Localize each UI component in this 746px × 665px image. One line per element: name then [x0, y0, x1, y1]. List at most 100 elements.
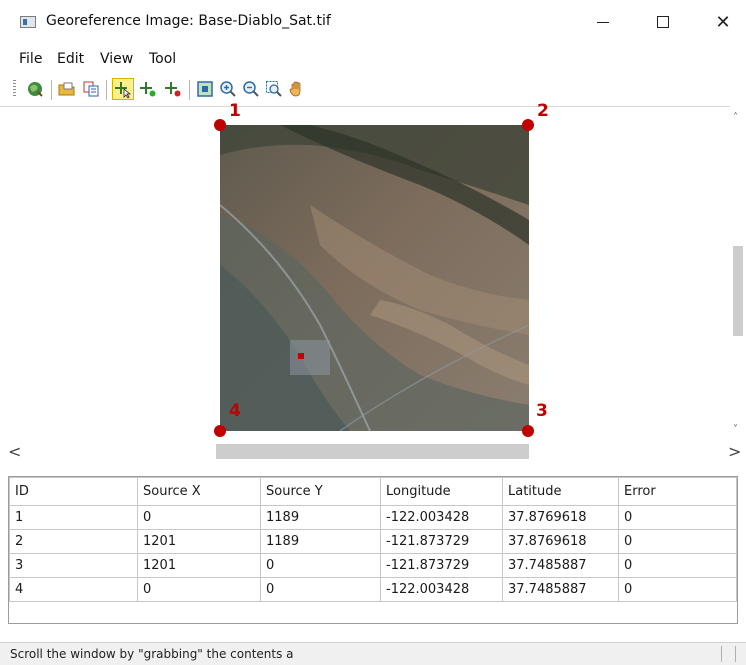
georeference-window: Georeference Image: Base-Diablo_Sat.tif …: [0, 0, 746, 665]
status-bar: Scroll the window by "grabbing" the cont…: [0, 642, 746, 665]
menu-bar: File Edit View Tool: [0, 44, 746, 68]
cell-error[interactable]: 0: [618, 577, 737, 602]
vertical-scrollbar[interactable]: ˄ ˅: [730, 106, 746, 442]
add-point-button[interactable]: [137, 78, 159, 100]
open-button[interactable]: [56, 78, 78, 100]
zoom-window-icon: [266, 81, 282, 97]
scroll-up-icon[interactable]: ˄: [733, 112, 738, 123]
scroll-down-icon[interactable]: ˅: [733, 424, 738, 435]
menu-tool[interactable]: Tool: [149, 51, 176, 67]
cell-error[interactable]: 0: [618, 529, 737, 554]
table-row[interactable]: 2 1201 1189 -121.873729 37.8769618 0: [9, 529, 737, 554]
cell-latitude[interactable]: 37.8769618: [502, 505, 619, 530]
copy-points-button[interactable]: [80, 78, 102, 100]
horizontal-scrollbar[interactable]: < >: [0, 440, 746, 464]
status-separator: [721, 646, 722, 662]
status-separator: [735, 646, 736, 662]
pan-button[interactable]: [286, 78, 308, 100]
cell-source-x[interactable]: 0: [137, 577, 261, 602]
column-header-longitude[interactable]: Longitude: [380, 477, 503, 506]
close-button[interactable]: ✕: [700, 0, 746, 44]
cell-id[interactable]: 1: [9, 505, 138, 530]
minimize-button[interactable]: [580, 0, 626, 44]
cell-longitude[interactable]: -122.003428: [380, 505, 503, 530]
column-header-latitude[interactable]: Latitude: [502, 477, 619, 506]
toolbar-grip[interactable]: [13, 80, 16, 98]
select-point-icon: [115, 82, 132, 98]
column-header-error[interactable]: Error: [618, 477, 737, 506]
georeference-button[interactable]: [24, 78, 46, 100]
window-title: Georeference Image: Base-Diablo_Sat.tif: [46, 13, 331, 29]
cell-source-y[interactable]: 1189: [260, 529, 381, 554]
scroll-left-icon[interactable]: <: [8, 442, 21, 461]
zoom-out-button[interactable]: [240, 78, 262, 100]
control-point-3-label: 3: [536, 401, 548, 421]
open-folder-icon: [58, 82, 75, 96]
menu-file[interactable]: File: [19, 51, 42, 67]
zoom-extent-button[interactable]: [194, 78, 216, 100]
minimize-icon: [597, 21, 609, 23]
cell-source-x[interactable]: 0: [137, 505, 261, 530]
control-point-1-marker[interactable]: [214, 119, 226, 131]
cell-source-y[interactable]: 1189: [260, 505, 381, 530]
control-point-2-label: 2: [537, 101, 549, 121]
table-row[interactable]: 1 0 1189 -122.003428 37.8769618 0: [9, 505, 737, 530]
zoom-in-icon: [220, 81, 236, 97]
zoom-out-icon: [243, 81, 259, 97]
cell-source-x[interactable]: 1201: [137, 529, 261, 554]
cell-error[interactable]: 0: [618, 505, 737, 530]
copy-points-icon: [83, 81, 99, 97]
table-row[interactable]: 3 1201 0 -121.873729 37.7485887 0: [9, 553, 737, 578]
delete-point-icon: [165, 82, 181, 97]
close-icon: ✕: [715, 11, 731, 33]
delete-point-button[interactable]: [162, 78, 184, 100]
add-point-icon: [140, 82, 156, 97]
table-row[interactable]: 4 0 0 -122.003428 37.7485887 0: [9, 577, 737, 602]
column-header-source-x[interactable]: Source X: [137, 477, 261, 506]
cell-error[interactable]: 0: [618, 553, 737, 578]
maximize-button[interactable]: [640, 0, 686, 44]
cell-longitude[interactable]: -122.003428: [380, 577, 503, 602]
select-point-button[interactable]: [112, 78, 134, 100]
title-bar[interactable]: Georeference Image: Base-Diablo_Sat.tif …: [0, 0, 746, 44]
control-point-1-label: 1: [229, 101, 241, 121]
cell-source-y[interactable]: 0: [260, 553, 381, 578]
cell-source-x[interactable]: 1201: [137, 553, 261, 578]
cell-id[interactable]: 4: [9, 577, 138, 602]
cell-longitude[interactable]: -121.873729: [380, 553, 503, 578]
cell-id[interactable]: 3: [9, 553, 138, 578]
maximize-icon: [657, 16, 669, 28]
app-icon: [20, 16, 36, 28]
table-header-row: ID Source X Source Y Longitude Latitude …: [9, 477, 737, 506]
cell-latitude[interactable]: 37.7485887: [502, 577, 619, 602]
vertical-scroll-thumb[interactable]: [733, 246, 743, 336]
menu-edit[interactable]: Edit: [57, 51, 84, 67]
control-points-table: ID Source X Source Y Longitude Latitude …: [8, 476, 738, 624]
georeference-icon: [28, 82, 43, 97]
toolbar-separator: [189, 80, 190, 100]
horizontal-scroll-thumb[interactable]: [216, 444, 529, 459]
control-point-4-label: 4: [229, 401, 241, 421]
toolbar-separator: [51, 80, 52, 100]
pan-hand-icon: [289, 81, 301, 97]
toolbar-separator: [106, 80, 107, 100]
satellite-image[interactable]: [220, 125, 529, 431]
cell-longitude[interactable]: -121.873729: [380, 529, 503, 554]
toolbar: [0, 72, 746, 106]
zoom-window-button[interactable]: [263, 78, 285, 100]
cell-latitude[interactable]: 37.7485887: [502, 553, 619, 578]
scroll-right-icon[interactable]: >: [728, 442, 741, 461]
cell-source-y[interactable]: 0: [260, 577, 381, 602]
control-point-2-marker[interactable]: [522, 119, 534, 131]
cell-id[interactable]: 2: [9, 529, 138, 554]
status-text: Scroll the window by "grabbing" the cont…: [10, 647, 294, 661]
image-viewport[interactable]: 1 2 3 4: [0, 101, 746, 441]
zoom-in-button[interactable]: [217, 78, 239, 100]
control-point-3-marker[interactable]: [522, 425, 534, 437]
column-header-id[interactable]: ID: [9, 477, 138, 506]
zoom-extent-icon: [197, 81, 213, 97]
control-point-4-marker[interactable]: [214, 425, 226, 437]
column-header-source-y[interactable]: Source Y: [260, 477, 381, 506]
menu-view[interactable]: View: [100, 51, 133, 67]
cell-latitude[interactable]: 37.8769618: [502, 529, 619, 554]
